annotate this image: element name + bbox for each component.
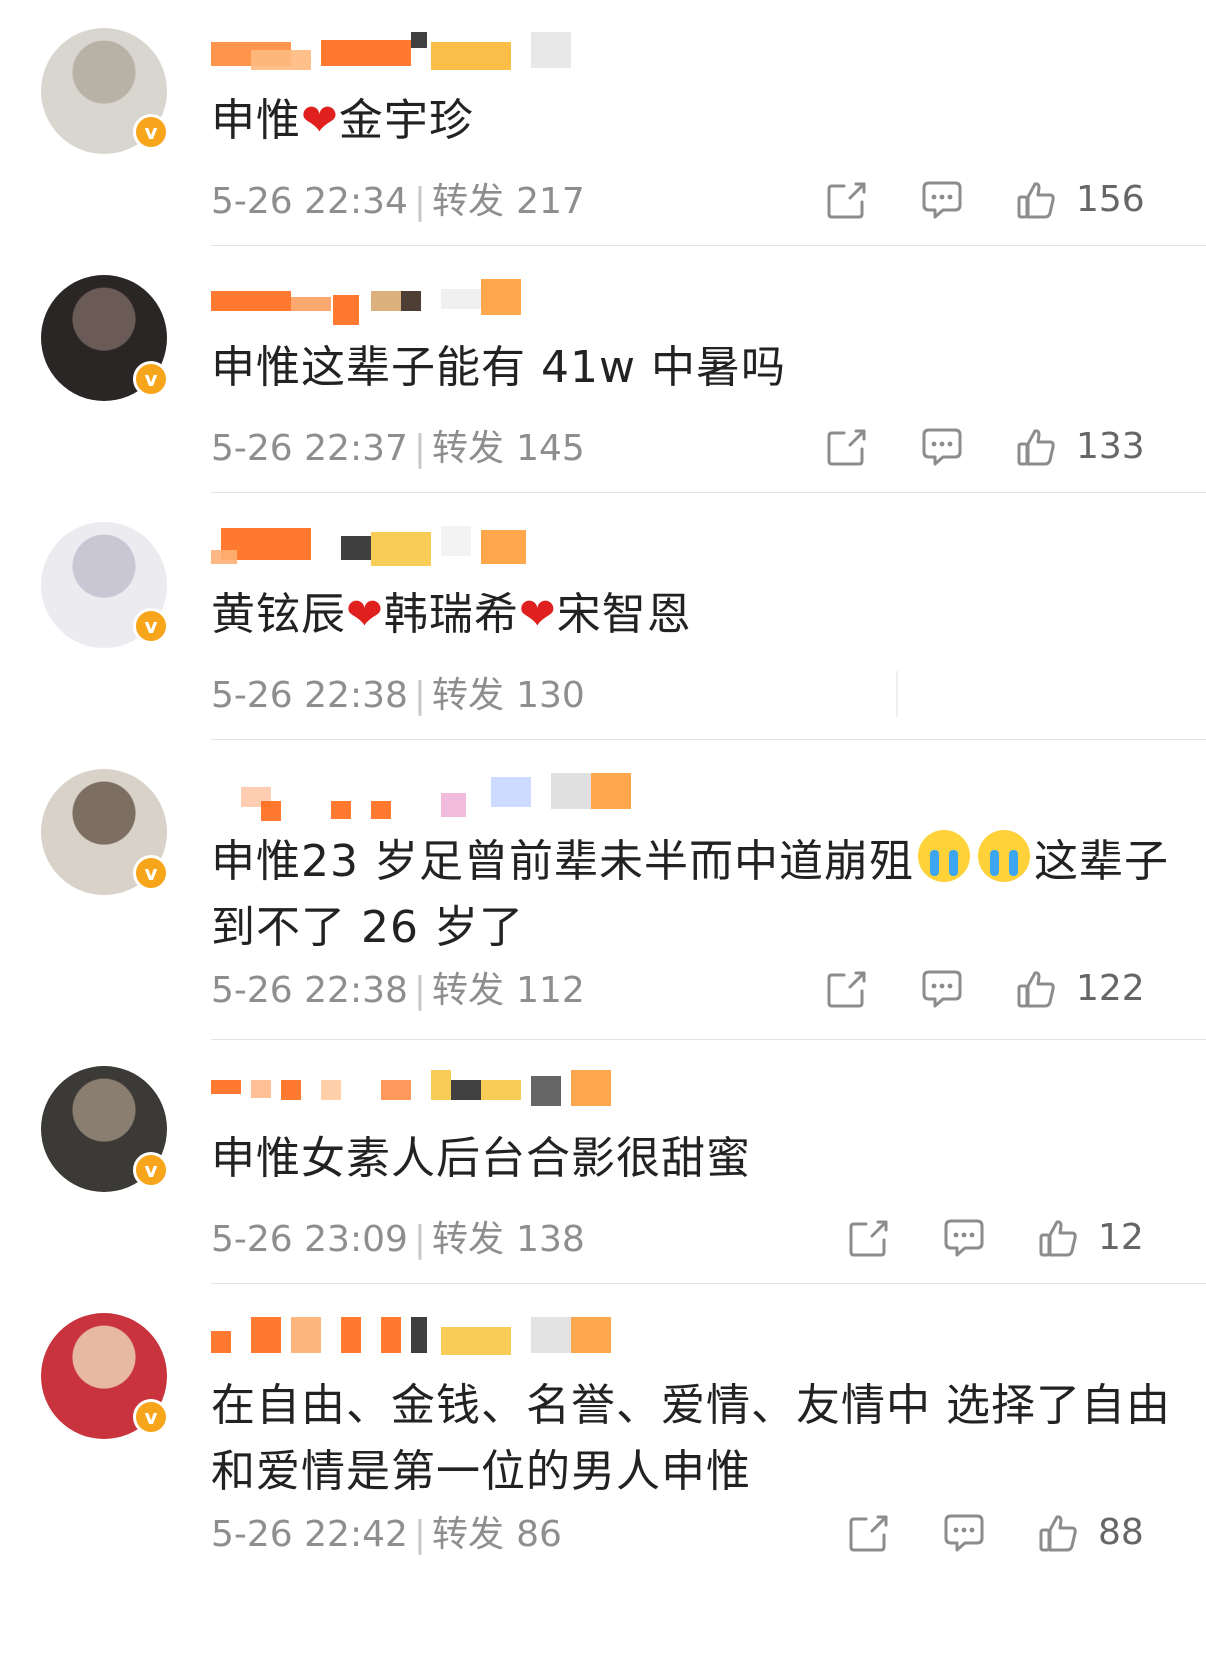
comment-meta: 5-26 23:09 | 转发 138 <box>211 1216 585 1264</box>
like-button[interactable]: 12 <box>1038 1213 1168 1263</box>
comment-text: 申惟❤金宇珍 <box>211 95 474 146</box>
crying-emoji-icon <box>917 830 970 882</box>
comment-meta: 5-26 22:38 | 转发 130 <box>211 672 585 720</box>
comment-actions: 133 <box>826 422 1166 472</box>
separator: | <box>413 1219 427 1260</box>
comment-actions: 12 <box>826 1213 1166 1263</box>
verified-badge-icon: v <box>133 114 169 150</box>
comment-icon[interactable] <box>921 964 963 1014</box>
repost-count: 130 <box>516 675 585 716</box>
verified-badge-icon: v <box>133 608 169 644</box>
username-redacted[interactable] <box>211 526 631 566</box>
thumbs-up-icon <box>1017 182 1055 219</box>
like-count: 12 <box>1098 1217 1144 1258</box>
separator: | <box>413 970 427 1011</box>
heart-emoji-icon: ❤ <box>301 95 339 146</box>
separator: | <box>413 428 427 469</box>
separator: | <box>413 1514 427 1555</box>
repost-label: 转发 <box>432 675 505 716</box>
heart-emoji-icon: ❤ <box>518 589 557 640</box>
repost-count: 138 <box>516 1219 585 1260</box>
comment-meta: 5-26 22:38 | 转发 112 <box>211 967 585 1015</box>
comment-actions: 88 <box>826 1508 1166 1558</box>
username-redacted[interactable] <box>211 1317 631 1357</box>
timestamp: 5-26 22:42 <box>211 1514 408 1555</box>
like-button[interactable]: 88 <box>1038 1508 1168 1558</box>
timestamp: 5-26 22:34 <box>211 181 408 222</box>
comment-actions: 156 <box>826 175 1166 225</box>
repost-label: 转发 <box>432 970 505 1011</box>
comment-icon[interactable] <box>943 1508 985 1558</box>
timestamp: 5-26 22:38 <box>211 970 408 1011</box>
comment-actions: 122 <box>826 964 1166 1014</box>
username-redacted[interactable] <box>211 1070 631 1110</box>
separator: | <box>413 675 427 716</box>
username-redacted[interactable] <box>211 279 631 325</box>
timestamp: 5-26 22:38 <box>211 675 408 716</box>
share-icon[interactable] <box>848 1508 890 1558</box>
thumbs-up-icon <box>1017 971 1055 1008</box>
heart-emoji-icon: ❤ <box>346 589 384 640</box>
comment-text: 申惟23 岁足曾前辈未半而中道崩殂 这辈子到不了 26 岁了 <box>211 829 1171 961</box>
comment-divider <box>211 492 1206 493</box>
comment-icon[interactable] <box>943 1213 985 1263</box>
comment-icon[interactable] <box>921 175 963 225</box>
share-icon[interactable] <box>826 964 868 1014</box>
comment-divider <box>211 739 1206 740</box>
verified-badge-icon: v <box>133 855 169 891</box>
divider-mark <box>896 671 898 717</box>
separator: | <box>413 181 427 222</box>
repost-count: 86 <box>516 1514 562 1555</box>
thumbs-up-icon <box>1039 1220 1077 1257</box>
like-button[interactable]: 133 <box>1016 422 1146 472</box>
verified-badge-icon: v <box>133 1152 169 1188</box>
like-count: 88 <box>1098 1512 1144 1553</box>
comment-text: 黄铉辰❤韩瑞希❤宋智恩 <box>211 589 692 640</box>
comment-text: 申惟女素人后台合影很甜蜜 <box>211 1133 751 1184</box>
share-icon[interactable] <box>848 1213 890 1263</box>
share-icon[interactable] <box>826 422 868 472</box>
like-button[interactable]: 156 <box>1016 175 1146 225</box>
thumbs-up-icon <box>1017 429 1055 466</box>
comment-meta: 5-26 22:42 | 转发 86 <box>211 1511 562 1559</box>
comment-divider <box>211 1039 1206 1040</box>
username-redacted[interactable] <box>211 773 631 821</box>
username-redacted[interactable] <box>211 32 631 72</box>
comment-icon[interactable] <box>921 422 963 472</box>
comment-text: 申惟这辈子能有 41w 中暑吗 <box>211 342 786 393</box>
like-count: 122 <box>1076 968 1145 1009</box>
thumbs-up-icon <box>1039 1515 1077 1552</box>
like-count: 156 <box>1076 179 1145 220</box>
repost-label: 转发 <box>432 428 505 469</box>
repost-label: 转发 <box>432 181 505 222</box>
repost-count: 112 <box>516 970 585 1011</box>
repost-label: 转发 <box>432 1514 505 1555</box>
repost-label: 转发 <box>432 1219 505 1260</box>
like-button[interactable]: 122 <box>1016 964 1146 1014</box>
timestamp: 5-26 23:09 <box>211 1219 408 1260</box>
comment-divider <box>211 245 1206 246</box>
comment-text: 在自由、金钱、名誉、爱情、友情中 选择了自由和爱情是第一位的男人申惟 <box>211 1380 1171 1497</box>
verified-badge-icon: v <box>133 1399 169 1435</box>
crying-emoji-icon <box>977 830 1030 882</box>
share-icon[interactable] <box>826 175 868 225</box>
comment-meta: 5-26 22:34 | 转发 217 <box>211 178 585 226</box>
verified-badge-icon: v <box>133 361 169 397</box>
comment-meta: 5-26 22:37 | 转发 145 <box>211 425 585 473</box>
like-count: 133 <box>1076 426 1145 467</box>
repost-count: 145 <box>516 428 585 469</box>
timestamp: 5-26 22:37 <box>211 428 408 469</box>
comment-divider <box>211 1283 1206 1284</box>
repost-count: 217 <box>516 181 585 222</box>
